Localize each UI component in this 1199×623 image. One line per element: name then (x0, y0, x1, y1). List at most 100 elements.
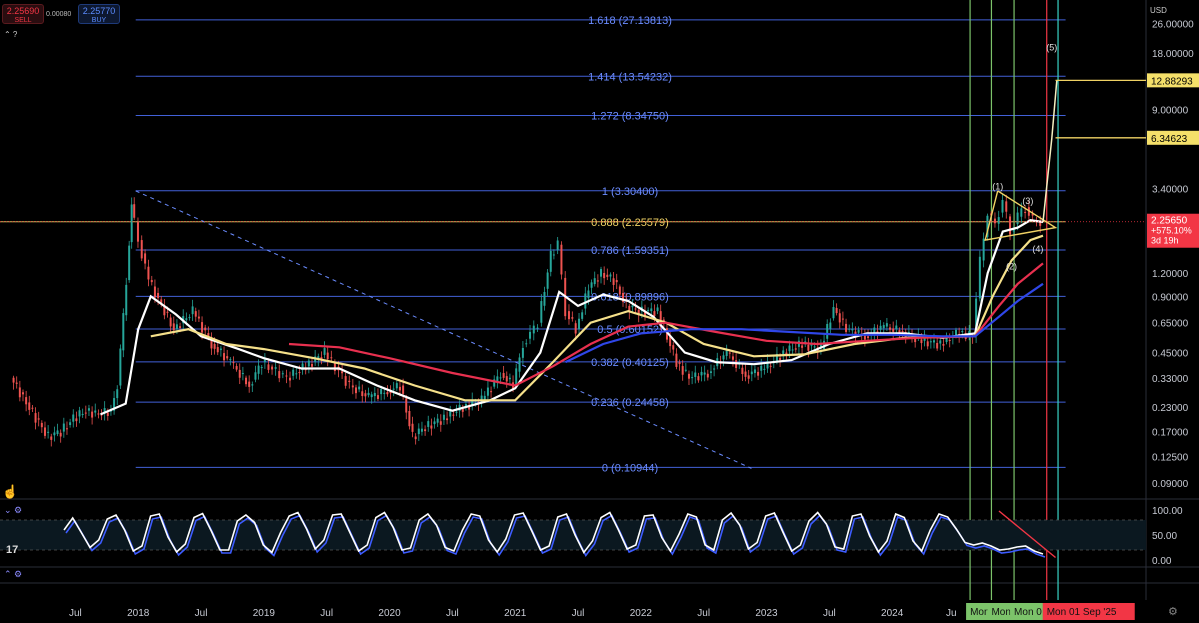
candle-body (69, 422, 72, 425)
candle-body (700, 371, 703, 376)
candle-body (929, 341, 932, 343)
candle-body (694, 372, 697, 377)
candle-body (408, 410, 411, 427)
candle-body (901, 331, 904, 333)
candle-body (933, 340, 936, 343)
candle-body (571, 317, 574, 319)
fib-level-label: 0.786 (1.59351) (591, 245, 669, 257)
candle-body (402, 385, 405, 394)
candle-body (879, 325, 882, 330)
fib-level-label: 0.382 (0.40125) (591, 357, 669, 369)
fib-level-label: 1.414 (13.54232) (588, 71, 672, 83)
candle-body (455, 411, 458, 413)
candle-body (590, 282, 593, 288)
time-marker-label: Mon (991, 607, 1010, 618)
time-axis-label: Jul (69, 608, 82, 619)
candle-body (241, 373, 244, 375)
buy-label: BUY (91, 17, 107, 24)
candle-body (993, 218, 996, 224)
candle-body (529, 331, 532, 339)
candle-body (383, 392, 386, 394)
candle-body (978, 256, 981, 299)
candle-body (631, 305, 634, 308)
candle-body (826, 323, 829, 339)
time-marker-label: Mon (970, 607, 989, 618)
candle-body (351, 385, 354, 388)
candle-body (285, 375, 288, 377)
candle-body (697, 376, 700, 381)
candle-body (341, 371, 344, 374)
currency-label[interactable]: USD (1150, 6, 1167, 15)
candle-body (229, 359, 232, 361)
fib-level-label: 1.618 (27.13813) (588, 15, 672, 27)
oscillator-axis-tick: 100.00 (1152, 506, 1183, 517)
candle-body (549, 250, 552, 272)
candle-body (939, 340, 942, 344)
candle-body (439, 421, 442, 425)
time-axis-label: Jul (697, 608, 710, 619)
candle-body (179, 326, 182, 328)
candle-body (763, 368, 766, 370)
candle-body (364, 393, 367, 397)
candle-body (175, 324, 178, 330)
candle-body (172, 323, 175, 331)
price-axis-tick: 26.00000 (1152, 19, 1194, 30)
candle-body (201, 322, 204, 333)
sell-button[interactable]: 2.25690 SELL (2, 4, 44, 24)
fib-level-label: 0.888 (2.25579) (591, 217, 669, 229)
candle-body (543, 292, 546, 306)
settings-gear-icon[interactable]: ⚙ (1168, 605, 1178, 618)
candle-body (398, 386, 401, 391)
candle-body (593, 278, 596, 285)
candle-body (753, 369, 756, 374)
candle-body (567, 311, 570, 320)
candle-body (703, 372, 706, 375)
sell-price: 2.25690 (6, 6, 40, 16)
candle-body (47, 431, 50, 433)
buy-button[interactable]: 2.25770 BUY (78, 4, 120, 24)
candle-body (238, 369, 241, 378)
candle-body (895, 325, 898, 330)
candle-body (354, 387, 357, 394)
candle-body (788, 345, 791, 352)
time-axis-label: 2023 (755, 608, 778, 619)
collapse-chevron-icon[interactable]: ⌃ ? (4, 30, 17, 39)
candle-body (219, 348, 222, 351)
time-axis-label: Jul (320, 608, 333, 619)
oscillator-axis-tick: 0.00 (1152, 556, 1172, 567)
price-axis-tick: 0.23000 (1152, 403, 1189, 414)
candle-body (499, 377, 502, 379)
candle-body (263, 359, 266, 363)
candle-body (194, 311, 197, 317)
candle-body (216, 347, 219, 353)
hand-cursor-icon: ☝ (2, 484, 19, 499)
price-axis-tick: 1.20000 (1152, 269, 1189, 280)
candle-body (744, 371, 747, 377)
candle-body (518, 357, 521, 372)
candle-body (801, 345, 804, 348)
candle-body (647, 309, 650, 312)
candle-body (91, 411, 94, 418)
candle-body (330, 357, 333, 359)
candle-body (546, 272, 549, 289)
time-axis-label: 2019 (253, 608, 276, 619)
candle-body (430, 425, 433, 429)
indicator-pane-controls[interactable]: ⌄ ⚙ (4, 505, 22, 516)
candle-body (436, 418, 439, 423)
candle-body (574, 323, 577, 334)
candle-body (851, 329, 854, 331)
oscillator-axis-tick: 50.00 (1152, 531, 1177, 542)
candle-body (835, 307, 838, 314)
time-axis-label: Jul (195, 608, 208, 619)
candle-body (166, 311, 169, 313)
candle-body (505, 376, 508, 382)
candle-body (885, 323, 888, 327)
empty-pane-controls[interactable]: ⌃ ⚙ (4, 569, 22, 580)
candle-body (709, 371, 712, 373)
price-chart[interactable]: 0 (0.10944) 0.236 (0.24458) 0.382 (0.40125… (0, 0, 1199, 623)
candle-body (684, 369, 687, 371)
candle-body (1024, 211, 1027, 213)
candle-body (226, 356, 229, 359)
candle-body (157, 292, 160, 299)
candle-body (615, 280, 618, 283)
